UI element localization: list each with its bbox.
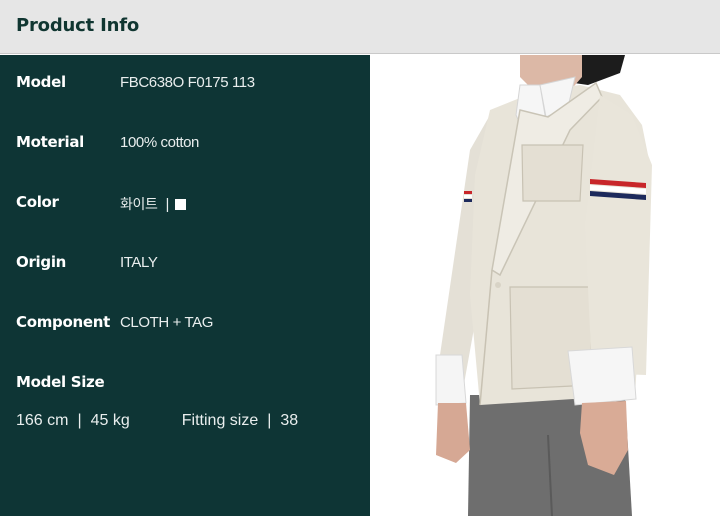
product-info-page: Product Info Model FBC638O F0175 113 Mot… <box>0 0 720 516</box>
material-value: 100% cotton <box>120 134 199 151</box>
model-label: Model <box>16 73 66 91</box>
model-blazer-illustration <box>435 55 652 516</box>
info-panel: Model FBC638O F0175 113 Moterial 100% co… <box>0 55 370 516</box>
model-weight: 45 kg <box>90 412 130 429</box>
model-size-label: Model Size <box>16 373 105 391</box>
fitting-separator: | <box>267 412 272 429</box>
model-height: 166 cm <box>16 412 69 429</box>
origin-value: ITALY <box>120 254 158 271</box>
color-value: 화이트 <box>120 197 158 213</box>
color-value-group: 화이트 | <box>120 194 186 214</box>
section-title: Product Info <box>16 15 139 36</box>
origin-label: Origin <box>16 253 67 271</box>
model-size-values: 166 cm | 45 kg Fitting size | 38 <box>16 412 298 430</box>
product-photo <box>370 55 720 516</box>
fitting-size-label: Fitting size <box>181 412 259 429</box>
component-label: Component <box>16 313 110 331</box>
component-value: CLOTH + TAG <box>120 314 213 331</box>
color-label: Color <box>16 193 59 211</box>
size-separator: | <box>77 412 82 429</box>
color-separator: | <box>165 196 169 213</box>
fitting-size-value: 38 <box>280 412 299 429</box>
model-value: FBC638O F0175 113 <box>120 74 255 91</box>
material-label: Moterial <box>16 133 84 151</box>
section-header: Product Info <box>0 0 720 54</box>
color-swatch <box>174 199 186 210</box>
